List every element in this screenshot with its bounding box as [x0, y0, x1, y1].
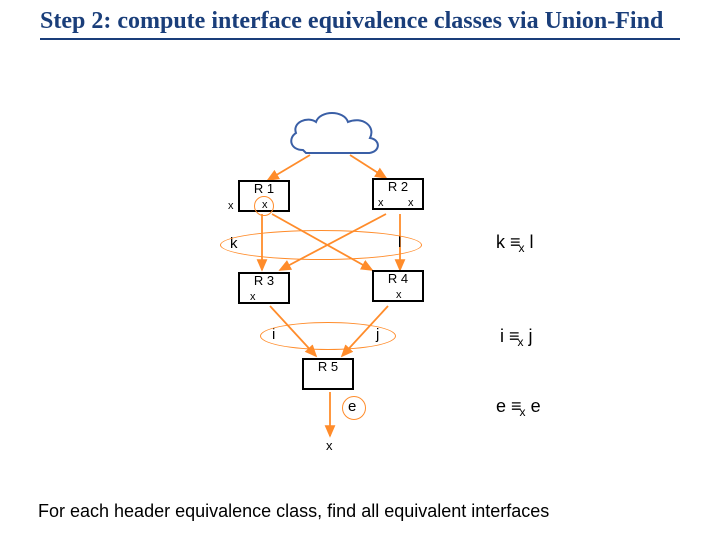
router-r1-label: R 1	[240, 181, 288, 196]
diagram-svg	[0, 0, 720, 540]
r2-x-left: x	[378, 197, 384, 209]
router-r3-label: R 3	[240, 273, 288, 288]
equiv-ij-sub: x	[518, 335, 524, 349]
equiv-kl-sub: x	[519, 241, 525, 255]
equiv-kl-rhs: l	[530, 232, 534, 252]
router-r4: R 4 x	[372, 270, 424, 302]
equiv-ee: e ≡x e	[496, 396, 541, 419]
r4-x: x	[396, 289, 402, 301]
r3-x: x	[250, 291, 256, 303]
router-r4-label: R 4	[374, 271, 422, 286]
caption: For each header equivalence class, find …	[38, 501, 549, 522]
router-r5-label: R 5	[304, 359, 352, 374]
router-r2: R 2 x x	[372, 178, 424, 210]
e-circle	[342, 396, 366, 420]
router-r2-label: R 2	[374, 179, 422, 194]
ij-ellipse	[260, 322, 396, 350]
equiv-kl: k ≡x l	[496, 232, 534, 255]
equiv-kl-lhs: k	[496, 232, 505, 252]
equiv-ee-sub: x	[520, 405, 526, 419]
r2-x-right: x	[408, 197, 414, 209]
equiv-ij-rhs: j	[529, 326, 533, 346]
diagram: R 1 x x R 2 x x k l R 3 x R 4 x i j R 5 …	[0, 0, 720, 540]
equiv-ij: i ≡x j	[500, 326, 533, 349]
cloud-icon	[291, 113, 378, 153]
equiv-ee-rhs: e	[531, 396, 541, 416]
router-r5: R 5	[302, 358, 354, 390]
equiv-ee-lhs: e	[496, 396, 506, 416]
router-r3: R 3 x	[238, 272, 290, 304]
bottom-x: x	[326, 438, 333, 453]
equiv-ij-lhs: i	[500, 326, 504, 346]
r1-circle	[254, 196, 274, 216]
kl-ellipse	[220, 230, 422, 260]
r1-x-left: x	[228, 200, 234, 212]
